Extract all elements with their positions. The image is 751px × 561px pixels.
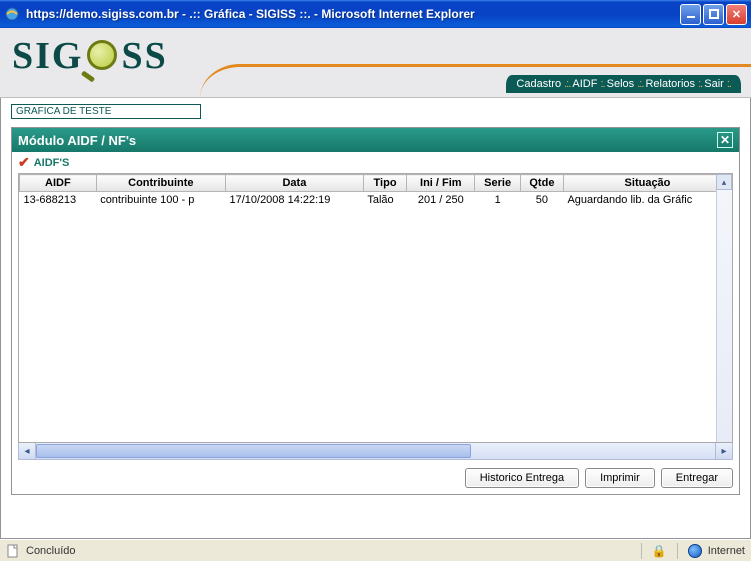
cell-serie: 1 <box>475 192 520 209</box>
menu-relatorios[interactable]: Relatorios <box>645 78 695 90</box>
vertical-scrollbar[interactable]: ▴ <box>716 174 732 442</box>
table-header-row: AIDF Contribuinte Data Tipo Ini / Fim Se… <box>20 175 732 192</box>
entregar-button[interactable]: Entregar <box>661 468 733 488</box>
module-close-button[interactable]: ✕ <box>717 132 733 148</box>
module-subheader: ✔ AIDF'S <box>12 152 739 173</box>
status-separator <box>677 543 678 559</box>
status-bar: Concluído 🔒 Internet <box>0 539 751 561</box>
content-area: GRAFICA DE TESTE Módulo AIDF / NF's ✕ ✔ … <box>0 98 751 539</box>
minimize-button[interactable] <box>680 4 701 25</box>
scroll-left-button[interactable]: ◂ <box>19 443 36 459</box>
col-ini-fim[interactable]: Ini / Fim <box>407 175 475 192</box>
section-title: AIDF'S <box>34 157 70 169</box>
historico-entrega-button[interactable]: Historico Entrega <box>465 468 579 488</box>
logo-text-2: SS <box>121 35 167 77</box>
close-button[interactable]: ✕ <box>726 4 747 25</box>
data-grid: AIDF Contribuinte Data Tipo Ini / Fim Se… <box>18 173 733 443</box>
maximize-button[interactable] <box>703 4 724 25</box>
col-serie[interactable]: Serie <box>475 175 520 192</box>
menu-cadastro[interactable]: Cadastro <box>516 78 561 90</box>
cell-situacao: Aguardando lib. da Gráfic <box>563 192 731 209</box>
scroll-up-button[interactable]: ▴ <box>716 174 732 190</box>
module-titlebar: Módulo AIDF / NF's ✕ <box>12 128 739 152</box>
menu-sair[interactable]: Sair <box>704 78 724 90</box>
scrollbar-thumb[interactable] <box>36 444 471 458</box>
menu-aidf[interactable]: AIDF <box>572 78 597 90</box>
magnifier-icon <box>83 40 121 78</box>
scrollbar-track[interactable] <box>36 443 715 459</box>
scroll-right-button[interactable]: ▸ <box>715 443 732 459</box>
cell-ini-fim: 201 / 250 <box>407 192 475 209</box>
col-data[interactable]: Data <box>225 175 363 192</box>
app-header: SIG SS Cadastro .:. AIDF :. Selos .:. Rel… <box>0 28 751 98</box>
check-icon: ✔ <box>18 154 30 171</box>
sigiss-logo: SIG SS <box>12 34 168 78</box>
document-icon <box>6 544 20 558</box>
col-tipo[interactable]: Tipo <box>363 175 406 192</box>
cell-data: 17/10/2008 14:22:19 <box>225 192 363 209</box>
status-text: Concluído <box>26 545 76 557</box>
module-title-text: Módulo AIDF / NF's <box>18 133 136 148</box>
separator-icon: :. <box>727 78 731 90</box>
cell-contribuinte: contribuinte 100 - p <box>96 192 225 209</box>
status-left: Concluído <box>6 544 637 558</box>
module-panel: Módulo AIDF / NF's ✕ ✔ AIDF'S AIDF Contr… <box>11 127 740 495</box>
aidf-table: AIDF Contribuinte Data Tipo Ini / Fim Se… <box>19 174 732 208</box>
horizontal-scrollbar[interactable]: ◂ ▸ <box>18 443 733 460</box>
col-qtde[interactable]: Qtde <box>520 175 563 192</box>
cell-aidf: 13-688213 <box>20 192 97 209</box>
window-title: https://demo.sigiss.com.br - .:: Gráfica… <box>26 7 678 21</box>
internet-zone-icon <box>688 544 702 558</box>
window-titlebar: https://demo.sigiss.com.br - .:: Gráfica… <box>0 0 751 28</box>
cell-tipo: Talão <box>363 192 406 209</box>
main-menu: Cadastro .:. AIDF :. Selos .:. Relatorio… <box>506 75 741 93</box>
action-button-row: Historico Entrega Imprimir Entregar <box>12 464 739 494</box>
menu-selos[interactable]: Selos <box>607 78 635 90</box>
col-situacao[interactable]: Situação <box>563 175 731 192</box>
imprimir-button[interactable]: Imprimir <box>585 468 655 488</box>
col-aidf[interactable]: AIDF <box>20 175 97 192</box>
cell-qtde: 50 <box>520 192 563 209</box>
status-right: 🔒 Internet <box>637 543 745 559</box>
logo-text-1: SIG <box>12 35 83 77</box>
col-contribuinte[interactable]: Contribuinte <box>96 175 225 192</box>
status-separator <box>641 543 642 559</box>
ie-icon <box>4 6 20 22</box>
zone-text: Internet <box>708 545 745 557</box>
table-row[interactable]: 13-688213 contribuinte 100 - p 17/10/200… <box>20 192 732 209</box>
lock-icon: 🔒 <box>652 544 667 558</box>
grafica-label: GRAFICA DE TESTE <box>11 104 201 119</box>
